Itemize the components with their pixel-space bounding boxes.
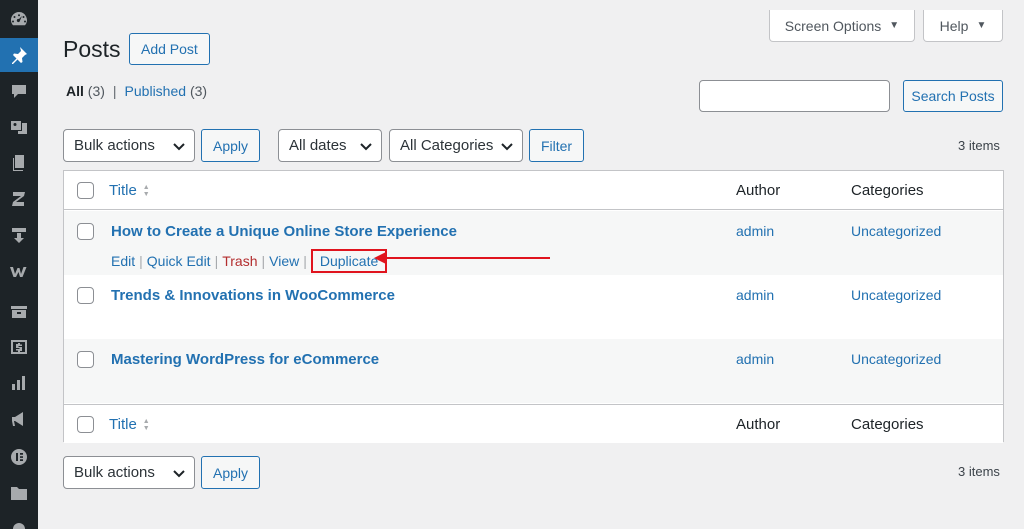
bulk-actions-value: Bulk actions [74,464,155,481]
status-published[interactable]: Published (3) [125,83,208,99]
table-footer: Title ▲ ▼ Author Categories [64,404,1003,443]
quick-edit-link[interactable]: Quick Edit [147,253,211,269]
chevron-down-icon [501,143,513,151]
sort-icon: ▲ ▼ [142,417,150,432]
post-author-link[interactable]: admin [736,223,774,239]
search-input[interactable] [699,80,890,112]
comments-icon[interactable] [0,74,38,108]
view-link[interactable]: View [269,253,299,269]
filter-button[interactable]: Filter [529,129,584,162]
status-filter-links: All (3) | Published (3) [66,83,207,99]
post-title-link[interactable]: How to Create a Unique Online Store Expe… [111,223,457,240]
analytics-icon[interactable] [0,366,38,400]
table-row: Mastering WordPress for eCommerce admin … [64,339,1003,403]
add-post-button[interactable]: Add Post [129,33,210,65]
items-count: 3 items [958,138,1000,153]
post-category-link[interactable]: Uncategorized [851,223,941,239]
payments-icon[interactable] [0,330,38,364]
column-title[interactable]: Title ▲ ▼ [109,182,150,199]
annotation-arrow-icon [374,252,550,264]
table-header: Title ▲ ▼ Author Categories [64,171,1003,210]
post-author-link[interactable]: admin [736,287,774,303]
items-count-bottom: 3 items [958,464,1000,479]
help-button[interactable]: Help ▼ [923,10,1003,42]
apply-button-bottom[interactable]: Apply [201,456,260,489]
admin-sidebar [0,0,38,529]
select-all-checkbox[interactable] [77,182,94,199]
screen-options-label: Screen Options [784,17,882,34]
edit-link[interactable]: Edit [111,253,135,269]
status-published-label: Published [124,83,187,99]
table-row: Trends & Innovations in WooCommerce admi… [64,275,1003,339]
column-author: Author [736,416,781,433]
row-checkbox[interactable] [77,223,94,240]
posts-table: Title ▲ ▼ Author Categories How to Create… [63,170,1004,443]
post-category-link[interactable]: Uncategorized [851,287,941,303]
chevron-down-icon [173,470,185,478]
dates-value: All dates [289,137,347,154]
row-actions: Edit | Quick Edit | Trash | View | Dupli… [111,249,388,273]
column-categories: Categories [851,182,924,199]
column-title[interactable]: Title ▲ ▼ [109,416,150,433]
categories-value: All Categories [400,137,494,154]
column-title-label: Title [109,416,137,433]
woocommerce-icon[interactable] [0,254,38,288]
column-title-label: Title [109,182,137,199]
marketing-icon[interactable] [0,402,38,436]
products-icon[interactable] [0,294,38,328]
row-checkbox[interactable] [77,351,94,368]
post-category-link[interactable]: Uncategorized [851,351,941,367]
download-icon[interactable] [0,218,38,252]
separator: | [112,83,117,99]
caret-down-icon: ▼ [889,20,900,31]
row-checkbox[interactable] [77,287,94,304]
settings-icon[interactable] [0,512,38,529]
chevron-down-icon [360,143,372,151]
dates-select[interactable]: All dates [278,129,382,162]
status-published-count: (3) [189,83,208,99]
column-author: Author [736,182,781,199]
media-icon[interactable] [0,110,38,144]
screen-options-button[interactable]: Screen Options ▼ [769,10,915,42]
status-all-count: (3) [87,83,105,99]
status-all[interactable]: All (3) [66,83,105,99]
select-all-checkbox[interactable] [77,416,94,433]
dashboard-icon[interactable] [0,2,38,36]
post-title-link[interactable]: Mastering WordPress for eCommerce [111,351,379,368]
pages-icon[interactable] [0,146,38,180]
bulk-actions-value: Bulk actions [74,137,155,154]
sort-icon: ▲ ▼ [142,183,150,198]
help-label: Help [939,17,969,34]
categories-select[interactable]: All Categories [389,129,523,162]
page-title: Posts [63,36,121,62]
table-row: How to Create a Unique Online Store Expe… [64,211,1003,275]
post-author-link[interactable]: admin [736,351,774,367]
chevron-down-icon [173,143,185,151]
trash-link[interactable]: Trash [222,253,257,269]
column-categories: Categories [851,416,924,433]
elementor-icon[interactable] [0,440,38,474]
templates-icon[interactable] [0,476,38,510]
search-posts-button[interactable]: Search Posts [903,80,1003,112]
pin-icon[interactable] [0,38,38,72]
caret-down-icon: ▼ [976,20,987,31]
separator: | [261,253,266,269]
z-plugin-icon[interactable] [0,182,38,216]
status-all-label: All [66,83,84,99]
bulk-actions-select-bottom[interactable]: Bulk actions [63,456,195,489]
separator: | [139,253,143,269]
post-title-link[interactable]: Trends & Innovations in WooCommerce [111,287,395,304]
separator: | [303,253,307,269]
bulk-actions-select[interactable]: Bulk actions [63,129,195,162]
separator: | [214,253,219,269]
apply-button[interactable]: Apply [201,129,260,162]
